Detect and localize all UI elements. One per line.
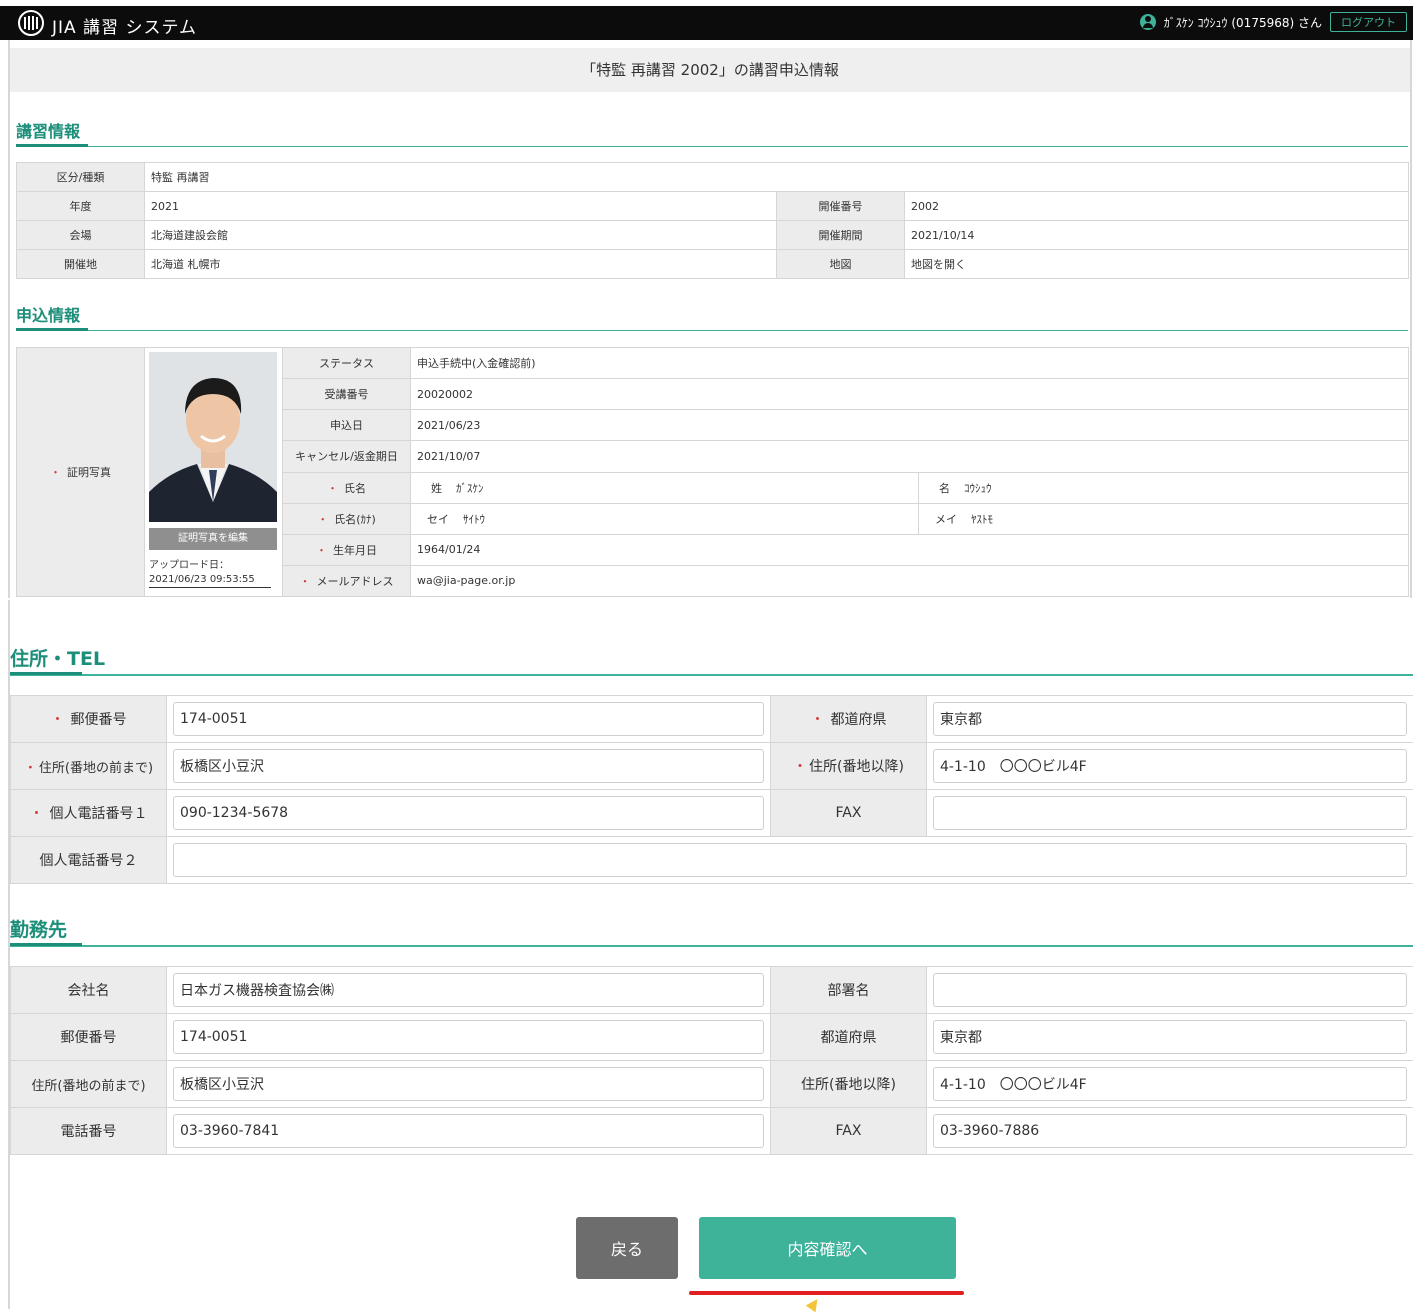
pointer-arrow-icon (805, 1295, 823, 1312)
label-address1: ・住所(番地の前まで) (10, 742, 167, 790)
label-apply-date: 申込日 (282, 409, 411, 442)
app-title: JIA 講習 システム (52, 18, 197, 38)
section-divider (10, 943, 1413, 947)
upload-date-value: 2021/06/23 09:53:55 (149, 574, 271, 588)
label-student-no: 受講番号 (282, 378, 411, 411)
value-birth: 1964/01/24 (410, 533, 1409, 566)
label-work-tel: 電話番号 (10, 1107, 167, 1155)
label-postal: ・郵便番号 (10, 695, 167, 743)
label-work-prefecture: 都道府県 (770, 1013, 927, 1061)
company-input[interactable] (173, 973, 764, 1007)
value-venue: 北海道建設会館 (144, 220, 777, 250)
label-category: 区分/種類 (16, 162, 145, 192)
id-photo (149, 352, 277, 522)
label-email: ・メールアドレス (282, 564, 411, 598)
section-title-application: 申込情報 (16, 306, 81, 325)
section-divider (16, 328, 1408, 331)
label-cancel-date: キャンセル/返金期日 (282, 440, 411, 473)
application-info-table: ・証明写真 証明写真を編集 アップロード日： 2021/06/23 09:53:… (16, 346, 1409, 598)
label-dept: 部署名 (770, 966, 927, 1014)
kana-first-cell: メイ ﾔｽﾄﾓ (918, 502, 1409, 535)
work-prefecture-input[interactable] (933, 1020, 1407, 1054)
work-address2-input[interactable] (933, 1067, 1407, 1101)
value-email: wa@jia-page.or.jp (410, 564, 1409, 598)
user-area: ｶﾞｽｹﾝ ｺｳｼｭｳ (0175968) さん ログアウト (1139, 12, 1407, 32)
edit-photo-button[interactable]: 証明写真を編集 (149, 528, 277, 550)
section-divider (16, 144, 1408, 147)
label-prefecture: ・都道府県 (770, 695, 927, 743)
work-address1-input[interactable] (173, 1067, 764, 1101)
department-input[interactable] (933, 973, 1407, 1007)
application-panel: 「特監 再講習 2002」の講習申込情報 講習情報 区分/種類 特監 再講習 年… (8, 40, 1412, 598)
label-status: ステータス (282, 346, 411, 380)
prefecture-input[interactable] (933, 702, 1407, 736)
confirm-button[interactable]: 内容確認へ (699, 1217, 956, 1279)
label-tel2: 個人電話番号２ (10, 836, 167, 884)
label-period: 開催期間 (776, 220, 905, 250)
upload-date-label: アップロード日： (149, 560, 229, 571)
kana-last-cell: セイ ｻｲﾄｳ (410, 502, 919, 535)
value-apply-date: 2021/06/23 (410, 409, 1409, 442)
postal-code-input[interactable] (173, 702, 764, 736)
label-name: ・氏名 (282, 471, 411, 504)
value-period: 2021/10/14 (903, 220, 1410, 250)
top-bar: JIA 講習 システム ｶﾞｽｹﾝ ｺｳｼｭｳ (0175968) さん ログア… (0, 6, 1413, 40)
tel1-input[interactable] (173, 796, 764, 830)
user-name: ｶﾞｽｹﾝ ｺｳｼｭｳ (0175968) さん (1163, 15, 1322, 30)
label-location: 開催地 (16, 249, 145, 279)
address1-input[interactable] (173, 749, 764, 783)
back-button[interactable]: 戻る (576, 1217, 678, 1279)
label-name-kana: ・氏名(ｶﾅ) (282, 502, 411, 535)
value-last-name: ｶﾞｽｹﾝ (456, 481, 484, 495)
work-tel-input[interactable] (173, 1114, 764, 1148)
label-year: 年度 (16, 191, 145, 221)
section-title-course: 講習情報 (16, 122, 81, 141)
value-location: 北海道 札幌市 (144, 249, 777, 279)
label-work-address1: 住所(番地の前まで) (10, 1060, 167, 1108)
jia-logo-icon (18, 10, 44, 36)
work-fax-input[interactable] (933, 1114, 1407, 1148)
label-photo: ・証明写真 (16, 347, 145, 597)
value-category: 特監 再講習 (143, 162, 1410, 192)
label-address2: ・住所(番地以降) (770, 742, 927, 790)
label-map: 地図 (776, 249, 905, 279)
value-cancel-date: 2021/10/07 (410, 440, 1409, 473)
value-status: 申込手続中(入金確認前) (410, 346, 1409, 380)
label-birth: ・生年月日 (282, 533, 411, 566)
page-title: 「特監 再講習 2002」の講習申込情報 (10, 48, 1410, 92)
fax-input[interactable] (933, 796, 1407, 830)
value-kana-first: ﾔｽﾄﾓ (971, 512, 993, 526)
photo-cell: 証明写真を編集 アップロード日： 2021/06/23 09:53:55 (144, 347, 283, 597)
work-postal-input[interactable] (173, 1020, 764, 1054)
label-company: 会社名 (10, 966, 167, 1014)
first-name-cell: 名ｺｳｼｭｳ (918, 471, 1409, 504)
highlight-underline (689, 1291, 964, 1295)
label-tel1: ・個人電話番号１ (10, 789, 167, 837)
course-info-table: 区分/種類 特監 再講習 年度 2021 開催番号 2002 会場 北海道建設会… (16, 162, 1410, 279)
value-session-no: 2002 (903, 191, 1410, 221)
label-work-postal: 郵便番号 (10, 1013, 167, 1061)
label-venue: 会場 (16, 220, 145, 250)
section-title-work: 勤務先 (10, 919, 68, 941)
last-name-cell: 姓ｶﾞｽｹﾝ (410, 471, 919, 504)
value-student-no: 20020002 (410, 378, 1409, 411)
value-year: 2021 (144, 191, 777, 221)
label-session-no: 開催番号 (776, 191, 905, 221)
label-work-fax: FAX (770, 1107, 927, 1155)
section-divider (10, 672, 1413, 676)
value-first-name: ｺｳｼｭｳ (964, 481, 992, 495)
tel2-input[interactable] (173, 843, 1407, 877)
value-kana-last: ｻｲﾄｳ (463, 512, 485, 526)
address-work-panel: 住所・TEL ・郵便番号 ・都道府県 ・住所(番地の前まで) ・住所(番地以降)… (8, 600, 1413, 1312)
logout-button[interactable]: ログアウト (1330, 12, 1407, 32)
section-title-address: 住所・TEL (10, 648, 106, 670)
work-table: 会社名 部署名 郵便番号 都道府県 住所(番地の前まで) 住所(番地以降) 電話… (10, 966, 1413, 1155)
user-icon (1139, 14, 1156, 30)
address-table: ・郵便番号 ・都道府県 ・住所(番地の前まで) ・住所(番地以降) ・個人電話番… (10, 695, 1413, 884)
label-fax: FAX (770, 789, 927, 837)
label-work-address2: 住所(番地以降) (770, 1060, 927, 1108)
open-map-link[interactable]: 地図を開く (911, 258, 966, 271)
address2-input[interactable] (933, 749, 1407, 783)
